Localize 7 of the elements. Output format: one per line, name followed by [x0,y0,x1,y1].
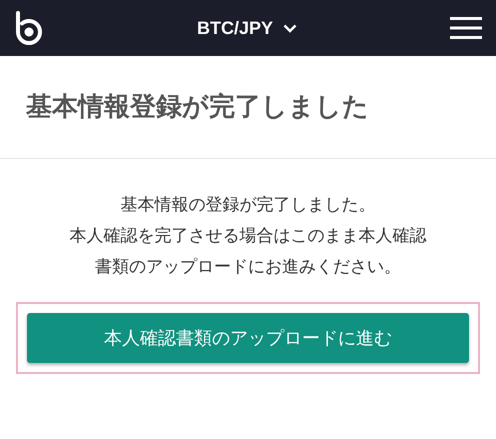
page-title: 基本情報登録が完了しました [26,90,369,123]
menu-icon[interactable] [450,16,482,40]
chevron-icon [283,24,298,32]
logo-icon[interactable] [14,11,44,45]
pair-selector[interactable]: BTC/JPY [192,14,302,42]
completion-message: 基本情報の登録が完了しました。 本人確認を完了させる場合はこのまま本人確認書類のアップロードにお進みください。 [70,194,426,278]
upload-documents-button[interactable]: 本人確認書類のアップロードに進む [27,313,469,363]
